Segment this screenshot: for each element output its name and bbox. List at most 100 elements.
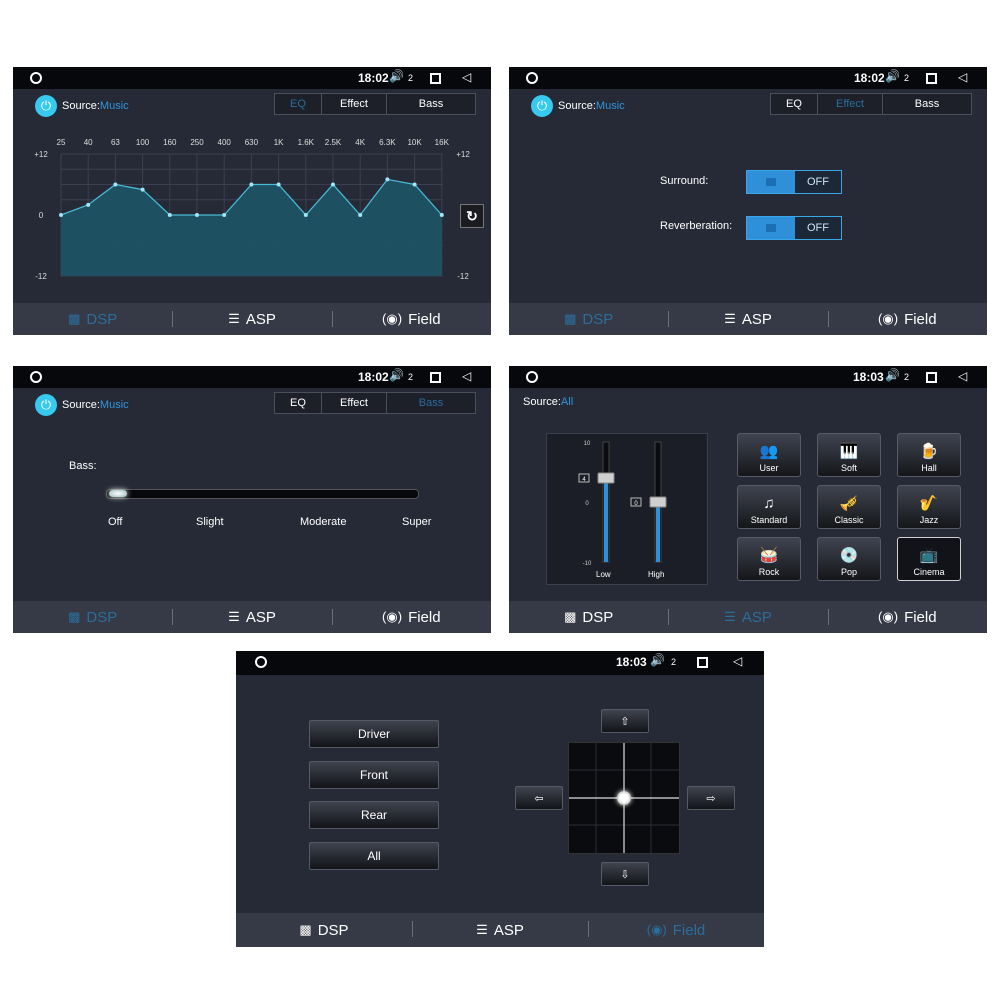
eq-band-point[interactable]: [331, 182, 335, 187]
nav-field-label: Field: [408, 608, 441, 626]
surround-toggle[interactable]: OFF: [746, 170, 842, 194]
bass-level-super[interactable]: Super: [402, 516, 431, 528]
recent-apps-icon[interactable]: [926, 73, 937, 84]
back-icon[interactable]: ◁: [462, 369, 471, 383]
source-value: Music: [595, 100, 625, 112]
reverberation-label: Reverberation:: [660, 220, 733, 232]
eq-band-point[interactable]: [167, 213, 172, 217]
reset-eq-button[interactable]: ↻: [460, 204, 484, 228]
eq-band-point[interactable]: [385, 177, 390, 182]
eq-screen: 18:02 🔊 2 ◁ ⏻ Source: Music EQ Effect Bas…: [13, 67, 491, 335]
nav-field[interactable]: (◉) Field: [331, 303, 491, 335]
preset-standard-button[interactable]: ♫ Standard: [737, 485, 801, 529]
eq-band-point[interactable]: [195, 213, 199, 217]
home-button-icon[interactable]: [526, 72, 538, 84]
nav-dsp[interactable]: ▩ DSP: [509, 303, 668, 335]
home-button-icon[interactable]: [255, 656, 267, 668]
eq-band-point[interactable]: [358, 213, 363, 217]
arrow-left-icon: ⇦: [534, 792, 544, 805]
tone-panel: 10 0 -10 4 0 Low High: [546, 433, 708, 585]
tab-effect[interactable]: Effect: [818, 94, 883, 114]
tone-sliders[interactable]: 100-1040: [547, 434, 707, 584]
preset-cinema-button[interactable]: 📺 Cinema: [897, 537, 961, 581]
back-icon[interactable]: ◁: [958, 369, 967, 383]
back-icon[interactable]: ◁: [958, 70, 967, 84]
preset-hall-button[interactable]: 🍺 Hall: [897, 433, 961, 477]
nav-dsp[interactable]: ▩ DSP: [13, 601, 172, 633]
nav-field[interactable]: (◉) Field: [331, 601, 491, 633]
recent-apps-icon[interactable]: [430, 372, 441, 383]
back-icon[interactable]: ◁: [733, 654, 742, 668]
field-driver-button[interactable]: Driver: [309, 720, 439, 748]
field-position-marker[interactable]: [617, 791, 631, 805]
field-all-button[interactable]: All: [309, 842, 439, 870]
nav-asp[interactable]: ☰ ASP: [172, 601, 331, 633]
tab-effect[interactable]: Effect: [322, 94, 387, 114]
tab-bass[interactable]: Bass: [387, 94, 475, 114]
power-icon[interactable]: ⏻: [531, 95, 553, 117]
nav-dsp[interactable]: ▩ DSP: [236, 913, 412, 947]
tab-eq[interactable]: EQ: [275, 94, 322, 114]
nav-field[interactable]: (◉) Field: [827, 303, 987, 335]
eq-freq-label: 6.3K: [379, 138, 396, 147]
arrow-up-button[interactable]: ⇧: [601, 709, 649, 733]
bass-level-moderate[interactable]: Moderate: [300, 516, 346, 528]
eq-band-point[interactable]: [412, 182, 417, 187]
tab-eq[interactable]: EQ: [275, 393, 322, 413]
preset-pop-button[interactable]: 💿 Pop: [817, 537, 881, 581]
home-button-icon[interactable]: [526, 371, 538, 383]
tone-scale-label: -10: [583, 561, 592, 567]
eq-freq-label: 2.5K: [325, 138, 342, 147]
power-icon[interactable]: ⏻: [35, 394, 57, 416]
eq-band-point[interactable]: [222, 213, 227, 217]
high-slider-thumb[interactable]: [649, 496, 667, 508]
eq-freq-label: 1.6K: [298, 138, 315, 147]
nav-asp[interactable]: ☰ ASP: [412, 913, 588, 947]
nav-field[interactable]: (◉) Field: [588, 913, 764, 947]
tone-scale-label: 10: [584, 441, 591, 447]
sound-field-pad[interactable]: [568, 742, 680, 854]
tab-bass[interactable]: Bass: [387, 393, 475, 413]
reverberation-toggle[interactable]: OFF: [746, 216, 842, 240]
field-rear-button[interactable]: Rear: [309, 801, 439, 829]
back-icon[interactable]: ◁: [462, 70, 471, 84]
nav-field[interactable]: (◉) Field: [827, 601, 987, 633]
bass-slider-thumb[interactable]: [109, 490, 127, 497]
tab-eq[interactable]: EQ: [771, 94, 818, 114]
eq-band-point[interactable]: [140, 187, 145, 192]
preset-classic-button[interactable]: 🎺 Classic: [817, 485, 881, 529]
nav-asp[interactable]: ☰ ASP: [668, 303, 827, 335]
arrow-right-button[interactable]: ⇨: [687, 786, 735, 810]
bass-level-off[interactable]: Off: [108, 516, 122, 528]
preset-soft-button[interactable]: 🎹 Soft: [817, 433, 881, 477]
home-button-icon[interactable]: [30, 371, 42, 383]
eq-band-point[interactable]: [86, 202, 91, 207]
eq-band-point[interactable]: [276, 182, 281, 187]
preset-rock-button[interactable]: 🥁 Rock: [737, 537, 801, 581]
eq-band-point[interactable]: [439, 213, 444, 217]
low-slider-thumb[interactable]: [597, 472, 615, 484]
bass-slider[interactable]: [106, 489, 419, 499]
home-button-icon[interactable]: [30, 72, 42, 84]
nav-dsp[interactable]: ▩ DSP: [13, 303, 172, 335]
arrow-left-button[interactable]: ⇦: [515, 786, 563, 810]
preset-jazz-button[interactable]: 🎷 Jazz: [897, 485, 961, 529]
field-front-button[interactable]: Front: [309, 761, 439, 789]
bass-level-slight[interactable]: Slight: [196, 516, 224, 528]
nav-dsp[interactable]: ▩ DSP: [509, 601, 668, 633]
nav-asp[interactable]: ☰ ASP: [172, 303, 331, 335]
arrow-down-button[interactable]: ⇩: [601, 862, 649, 886]
tab-effect[interactable]: Effect: [322, 393, 387, 413]
recent-apps-icon[interactable]: [697, 657, 708, 668]
eq-band-point[interactable]: [59, 213, 63, 217]
eq-band-point[interactable]: [303, 213, 308, 217]
recent-apps-icon[interactable]: [430, 73, 441, 84]
nav-asp[interactable]: ☰ ASP: [668, 601, 827, 633]
eq-band-point[interactable]: [113, 182, 118, 187]
preset-user-button[interactable]: 👥 User: [737, 433, 801, 477]
power-icon[interactable]: ⏻: [35, 95, 57, 117]
recent-apps-icon[interactable]: [926, 372, 937, 383]
users-icon: 👥: [759, 443, 779, 460]
tab-bass[interactable]: Bass: [883, 94, 971, 114]
eq-band-point[interactable]: [249, 182, 254, 187]
